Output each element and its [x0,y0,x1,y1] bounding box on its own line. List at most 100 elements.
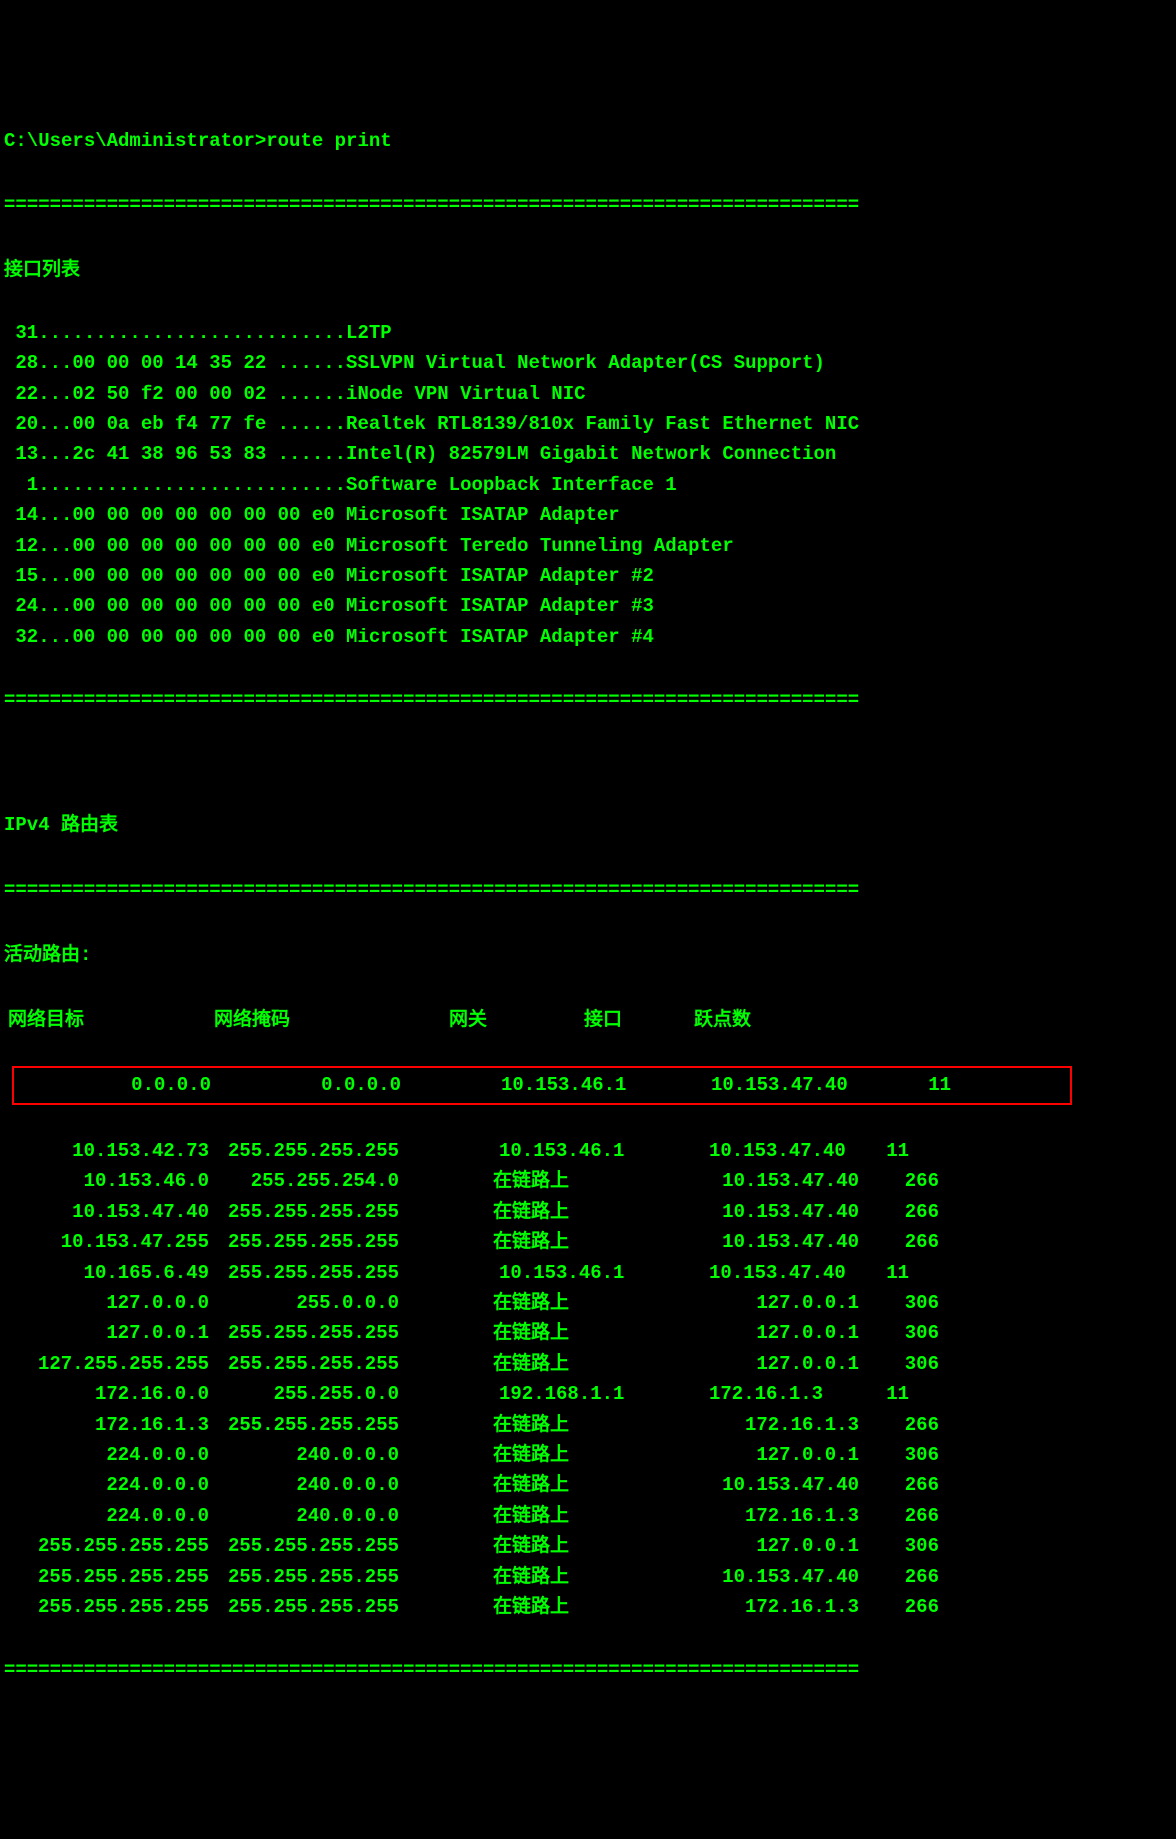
route-gateway: 在链路上 [409,1470,629,1500]
route-gateway: 在链路上 [409,1349,629,1379]
interface-list: 31...........................L2TP 28...0… [4,318,1172,652]
route-interface: 127.0.0.1 [629,1440,869,1470]
interface-row: 32...00 00 00 00 00 00 00 e0 Microsoft I… [4,622,1172,652]
command-prompt[interactable]: C:\Users\Administrator>route print [4,126,1172,156]
route-interface: 10.153.47.40 [629,1258,869,1288]
route-row: 172.16.0.0255.255.0.0192.168.1.1172.16.1… [4,1379,1172,1409]
route-metric: 11 [869,1379,969,1409]
route-row: 10.153.42.73255.255.255.25510.153.46.110… [4,1136,1172,1166]
route-metric: 306 [869,1440,969,1470]
divider-bottom: ========================================… [4,1655,1172,1685]
header-interface: 接口 [529,1005,679,1035]
route-mask: 255.255.255.255 [219,1136,409,1166]
header-destination: 网络目标 [4,1005,124,1035]
route-gateway: 在链路上 [409,1440,629,1470]
route-interface: 10.153.47.40 [629,1562,869,1592]
route-row: 10.153.47.40255.255.255.255在链路上10.153.47… [4,1197,1172,1227]
route-dest: 255.255.255.255 [4,1531,219,1561]
route-interface: 10.153.47.40 [631,1070,871,1100]
route-interface: 10.153.47.40 [629,1470,869,1500]
route-mask: 0.0.0.0 [221,1070,411,1100]
interface-list-title: 接口列表 [4,255,1172,285]
route-metric: 266 [869,1501,969,1531]
header-netmask: 网络掩码 [124,1005,319,1035]
divider-top: ========================================… [4,190,1172,220]
route-metric: 11 [871,1070,971,1100]
route-mask: 255.255.255.255 [219,1258,409,1288]
route-dest: 10.153.47.40 [4,1197,219,1227]
route-gateway: 10.153.46.1 [409,1136,629,1166]
route-interface: 172.16.1.3 [629,1410,869,1440]
route-mask: 255.255.255.255 [219,1197,409,1227]
route-dest: 224.0.0.0 [4,1470,219,1500]
divider-mid2: ========================================… [4,875,1172,905]
route-dest: 255.255.255.255 [4,1592,219,1622]
route-row: 127.0.0.0255.0.0.0在链路上127.0.0.1306 [4,1288,1172,1318]
route-gateway: 在链路上 [409,1288,629,1318]
route-metric: 266 [869,1197,969,1227]
route-metric: 266 [869,1227,969,1257]
route-mask: 255.255.255.255 [219,1318,409,1348]
route-mask: 255.255.255.255 [219,1410,409,1440]
route-mask: 255.255.255.255 [219,1227,409,1257]
route-row: 172.16.1.3255.255.255.255在链路上172.16.1.32… [4,1410,1172,1440]
route-dest: 0.0.0.0 [14,1070,221,1100]
route-interface: 10.153.47.40 [629,1136,869,1166]
interface-row: 13...2c 41 38 96 53 83 ......Intel(R) 82… [4,439,1172,469]
route-gateway: 在链路上 [409,1562,629,1592]
route-mask: 255.255.255.255 [219,1531,409,1561]
route-interface: 10.153.47.40 [629,1197,869,1227]
interface-row: 20...00 0a eb f4 77 fe ......Realtek RTL… [4,409,1172,439]
route-metric: 266 [869,1470,969,1500]
route-gateway: 在链路上 [409,1166,629,1196]
interface-row: 22...02 50 f2 00 00 02 ......iNode VPN V… [4,379,1172,409]
header-metric: 跃点数 [679,1005,799,1035]
route-dest: 255.255.255.255 [4,1562,219,1592]
route-row: 10.165.6.49255.255.255.25510.153.46.110.… [4,1258,1172,1288]
route-row: 10.153.47.255255.255.255.255在链路上10.153.4… [4,1227,1172,1257]
route-interface: 172.16.1.3 [629,1501,869,1531]
route-mask: 255.255.254.0 [219,1166,409,1196]
route-dest: 127.0.0.1 [4,1318,219,1348]
route-row: 255.255.255.255255.255.255.255在链路上127.0.… [4,1531,1172,1561]
divider-mid1: ========================================… [4,685,1172,715]
route-interface: 172.16.1.3 [629,1379,869,1409]
route-gateway: 在链路上 [409,1531,629,1561]
route-interface: 127.0.0.1 [629,1349,869,1379]
route-gateway: 192.168.1.1 [409,1379,629,1409]
route-row: 224.0.0.0240.0.0.0在链路上172.16.1.3266 [4,1501,1172,1531]
route-table-body: 10.153.42.73255.255.255.25510.153.46.110… [4,1136,1172,1622]
interface-row: 14...00 00 00 00 00 00 00 e0 Microsoft I… [4,500,1172,530]
route-mask: 255.255.255.255 [219,1592,409,1622]
route-dest: 224.0.0.0 [4,1440,219,1470]
interface-row: 12...00 00 00 00 00 00 00 e0 Microsoft T… [4,531,1172,561]
route-metric: 266 [869,1166,969,1196]
route-interface: 127.0.0.1 [629,1531,869,1561]
route-row: 255.255.255.255255.255.255.255在链路上10.153… [4,1562,1172,1592]
route-dest: 10.153.47.255 [4,1227,219,1257]
route-metric: 306 [869,1349,969,1379]
route-mask: 240.0.0.0 [219,1470,409,1500]
ipv4-route-table-title: IPv4 路由表 [4,810,1172,840]
highlighted-default-route: 0.0.0.0 0.0.0.0 10.153.46.1 10.153.47.40… [12,1066,1072,1104]
route-interface: 127.0.0.1 [629,1288,869,1318]
active-routes-title: 活动路由: [4,940,1172,970]
route-dest: 172.16.1.3 [4,1410,219,1440]
route-row: 10.153.46.0255.255.254.0在链路上10.153.47.40… [4,1166,1172,1196]
route-metric: 266 [869,1410,969,1440]
blank-line [4,747,1172,777]
route-row: 127.0.0.1255.255.255.255在链路上127.0.0.1306 [4,1318,1172,1348]
route-dest: 10.153.46.0 [4,1166,219,1196]
route-metric: 11 [869,1258,969,1288]
route-dest: 127.255.255.255 [4,1349,219,1379]
route-table-header: 网络目标 网络掩码 网关 接口 跃点数 [4,1005,1172,1035]
route-mask: 255.255.255.255 [219,1349,409,1379]
route-interface: 10.153.47.40 [629,1227,869,1257]
route-mask: 240.0.0.0 [219,1440,409,1470]
route-interface: 172.16.1.3 [629,1592,869,1622]
route-gateway: 在链路上 [409,1197,629,1227]
interface-row: 1...........................Software Loo… [4,470,1172,500]
route-row: 224.0.0.0240.0.0.0在链路上10.153.47.40266 [4,1470,1172,1500]
route-metric: 11 [869,1136,969,1166]
route-gateway: 10.153.46.1 [409,1258,629,1288]
